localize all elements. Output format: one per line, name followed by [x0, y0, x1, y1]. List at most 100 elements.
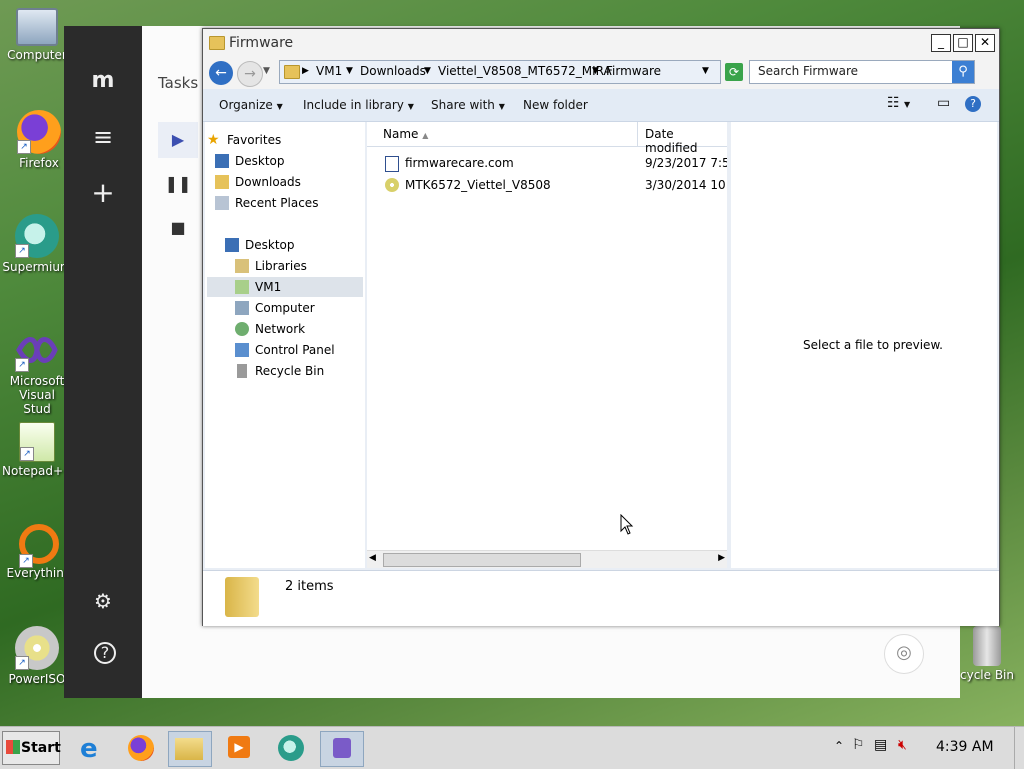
settings-sliders-icon[interactable]: ⚙: [88, 586, 118, 616]
breadcrumb-downloads[interactable]: Downloads: [360, 64, 426, 78]
title-bar: Firmware _ □ ✕: [203, 29, 999, 57]
file-row[interactable]: firmwarecare.com 9/23/2017 7:57 A: [367, 152, 727, 174]
address-bar[interactable]: ▶ VM1 ▼ Downloads ▼ Viettel_V8508_MT6572…: [279, 60, 721, 84]
start-label: Start: [21, 740, 61, 756]
clock[interactable]: 4:39 AM: [936, 739, 994, 755]
column-header-date-modified[interactable]: Date modified: [645, 127, 727, 155]
taskbar-app-icon[interactable]: [320, 731, 364, 767]
nav-desktop[interactable]: Desktop: [225, 235, 371, 255]
nav-favorites[interactable]: ★ Favorites: [207, 130, 353, 150]
refresh-icon[interactable]: ⟳: [725, 63, 743, 81]
taskbar-firefox-icon[interactable]: [120, 731, 162, 765]
close-button[interactable]: ✕: [975, 34, 995, 52]
computer-icon: [16, 8, 58, 46]
file-date: 9/23/2017 7:57 A: [645, 156, 727, 170]
file-name: MTK6572_Viettel_V8508: [405, 178, 551, 192]
taskbar-supermium-icon[interactable]: [270, 731, 312, 765]
desktop-icon-supermium[interactable]: ↗ Supermium: [2, 214, 72, 274]
view-options-icon[interactable]: ☷ ▼: [887, 95, 910, 111]
desktop-icon-poweriso[interactable]: ↗ PowerISO: [2, 626, 72, 686]
column-header-name[interactable]: Name ▲: [383, 127, 428, 141]
maximize-button[interactable]: □: [953, 34, 973, 52]
play-icon[interactable]: ▶: [158, 122, 198, 158]
disc-image-icon: [385, 178, 399, 192]
breadcrumb-separator[interactable]: ▼: [424, 66, 431, 76]
column-divider[interactable]: [637, 122, 638, 146]
taskbar-media-icon[interactable]: ▶: [218, 731, 260, 765]
address-chevron[interactable]: ▶: [302, 66, 309, 76]
nav-vm1[interactable]: VM1: [235, 277, 381, 297]
network-tray-icon[interactable]: ▤: [874, 737, 887, 753]
start-button[interactable]: Start: [2, 731, 61, 765]
notepadpp-icon: ↗: [19, 422, 55, 462]
minimize-button[interactable]: _: [931, 34, 951, 52]
desktop-icon-notepadpp[interactable]: ↗ Notepad++: [2, 422, 73, 478]
breadcrumb-separator[interactable]: ▼: [346, 66, 353, 76]
scroll-right-icon[interactable]: ▶: [718, 553, 725, 563]
breadcrumb-separator[interactable]: ▼: [592, 66, 599, 76]
share-with-menu[interactable]: Share with ▼: [431, 98, 505, 112]
desktop-icon-label: Firefox: [19, 156, 59, 170]
file-row[interactable]: MTK6572_Viettel_V8508 3/30/2014 10:28: [367, 174, 727, 196]
stop-icon[interactable]: ■: [158, 210, 198, 246]
app-logo-icon: m: [91, 68, 115, 93]
nav-computer[interactable]: Computer: [235, 298, 381, 318]
speed-dial-icon[interactable]: ◎: [884, 634, 924, 674]
libraries-icon: [235, 259, 249, 273]
help-icon[interactable]: ?: [94, 642, 116, 664]
search-icon[interactable]: ⚲: [952, 61, 974, 83]
taskbar-ie-icon[interactable]: e: [72, 731, 114, 765]
taskbar-explorer-icon[interactable]: [168, 731, 212, 767]
desktop-icon-computer[interactable]: Computer: [2, 8, 72, 62]
nav-favorites-recent-places[interactable]: Recent Places: [215, 193, 361, 213]
desktop-icon-label: Supermium: [2, 260, 72, 274]
breadcrumb-vm1[interactable]: VM1: [316, 64, 342, 78]
scroll-thumb[interactable]: [383, 553, 581, 567]
show-hidden-icons-icon[interactable]: ⌃: [834, 739, 844, 753]
volume-muted-icon[interactable]: 🔇︎: [898, 737, 907, 753]
window-title: Firmware: [229, 35, 294, 51]
horizontal-scrollbar[interactable]: ◀ ▶: [367, 550, 727, 568]
show-desktop-button[interactable]: [1014, 727, 1024, 769]
search-input[interactable]: Search Firmware ⚲: [749, 60, 975, 84]
menu-icon[interactable]: ≡: [88, 122, 118, 152]
forward-button[interactable]: →: [237, 61, 263, 87]
preview-pane: Select a file to preview.: [731, 122, 997, 568]
nav-recycle-bin[interactable]: Recycle Bin: [237, 361, 381, 381]
mouse-cursor: [620, 513, 634, 539]
address-dropdown-icon[interactable]: ▼: [702, 66, 709, 76]
breadcrumb-viettel[interactable]: Viettel_V8508_MT6572_MIRA: [438, 64, 612, 78]
nav-favorites-desktop[interactable]: Desktop: [215, 151, 361, 171]
firefox-icon: ↗: [17, 110, 61, 154]
action-center-flag-icon[interactable]: ⚐: [852, 737, 865, 753]
organize-menu[interactable]: Organize ▼: [219, 98, 283, 112]
command-bar: Organize ▼ Include in library ▼ Share wi…: [203, 89, 999, 122]
desktop-icon-label: Computer: [7, 48, 67, 62]
large-folder-icon: [225, 577, 259, 617]
help-button-icon[interactable]: ?: [965, 96, 981, 112]
new-folder-button[interactable]: New folder: [523, 98, 588, 112]
taskbar: Start e ▶ ⌃ ⚐ ▤ 🔇︎ 4:39 AM: [0, 726, 1024, 769]
details-pane: 2 items: [203, 570, 999, 626]
breadcrumb-firmware[interactable]: Firmware: [606, 64, 661, 78]
nav-favorites-downloads[interactable]: Downloads: [215, 172, 361, 192]
scroll-left-icon[interactable]: ◀: [369, 553, 376, 563]
include-in-library-menu[interactable]: Include in library ▼: [303, 98, 414, 112]
nav-network[interactable]: Network: [235, 319, 381, 339]
desktop-icon-visual-studio[interactable]: ↗ Microsoft Visual Stud: [2, 328, 72, 416]
nav-libraries[interactable]: Libraries: [235, 256, 381, 276]
desktop-icon-label: Microsoft Visual Stud: [9, 374, 65, 416]
recycle-bin-icon: [973, 626, 1001, 666]
nav-control-panel[interactable]: Control Panel: [235, 340, 381, 360]
add-icon[interactable]: +: [88, 178, 118, 208]
item-count: 2 items: [285, 579, 334, 594]
back-button[interactable]: ←: [209, 61, 233, 85]
preview-pane-icon[interactable]: ▭: [937, 95, 950, 111]
navigation-pane: ★ Favorites Desktop Downloads Recent Pla…: [205, 122, 365, 568]
poweriso-icon: ↗: [15, 626, 59, 670]
desktop-icon-recycle-bin[interactable]: cycle Bin: [952, 626, 1022, 682]
computer-icon: [235, 301, 249, 315]
desktop-icon-label: PowerISO: [8, 672, 66, 686]
recent-pages-dropdown[interactable]: ▼: [263, 66, 270, 76]
pause-icon[interactable]: ❚❚: [158, 166, 198, 202]
